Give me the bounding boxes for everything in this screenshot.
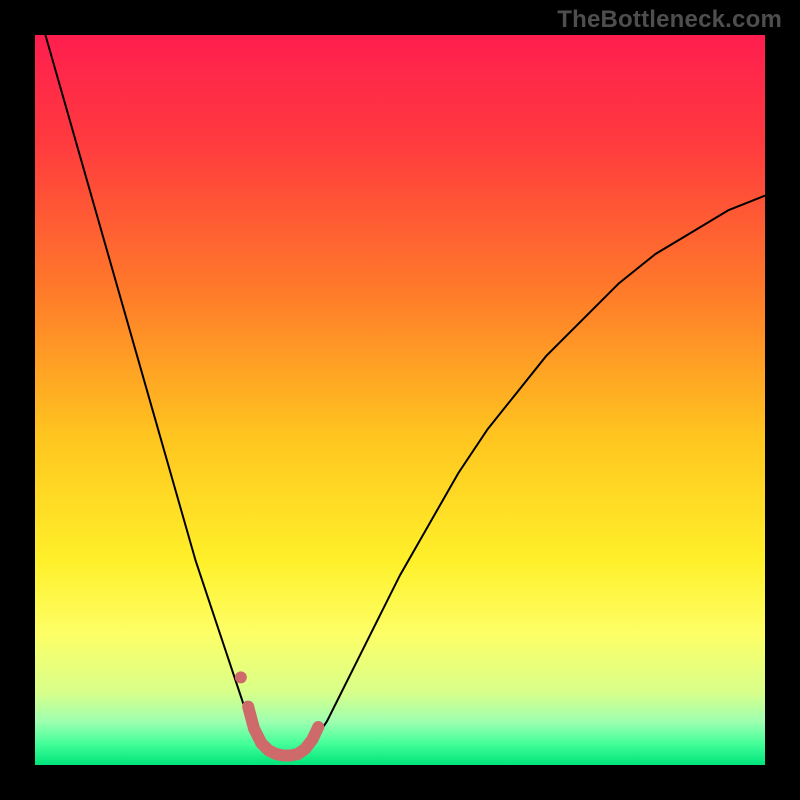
bottleneck-chart — [35, 35, 765, 765]
marker-dot — [235, 671, 247, 683]
chart-frame: TheBottleneck.com — [0, 0, 800, 800]
attribution-label: TheBottleneck.com — [557, 6, 782, 34]
chart-background — [35, 35, 765, 765]
